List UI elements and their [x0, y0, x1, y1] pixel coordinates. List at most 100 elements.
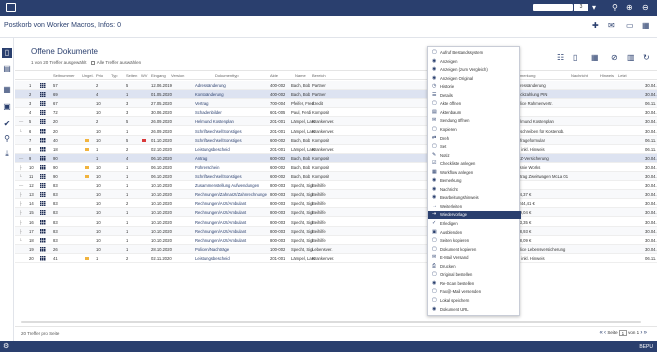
filter-clear-icon[interactable]: ⊘: [611, 53, 618, 62]
table-row[interactable]: 8 18 1 2 02.10.2020 Leistungsbescheid 201-001 L…: [15, 145, 657, 154]
cell-dokumenttyp[interactable]: Schriftwechsel/Sonstiges: [195, 127, 267, 136]
tree-connector[interactable]: ├: [19, 163, 22, 172]
context-menu-item[interactable]: ◉ Anzeigen (zum Vergleich): [428, 66, 521, 74]
column-header[interactable]: Akte: [270, 73, 278, 78]
row-menu-icon[interactable]: [40, 237, 46, 243]
context-menu-item[interactable]: ▤ Aktenbaum: [428, 109, 521, 117]
next-page-icon[interactable]: ›: [640, 330, 642, 336]
table-row[interactable]: ├ 10 90 10 1 06.10.2020 Führerschein 600-002 Bac…: [15, 163, 657, 172]
row-menu-icon[interactable]: [40, 228, 46, 234]
row-menu-icon[interactable]: [40, 101, 46, 107]
chevron-down-icon[interactable]: ▾: [592, 3, 596, 12]
first-page-icon[interactable]: «: [599, 330, 602, 336]
context-menu-item[interactable]: ◉ Re-Scan bestellen: [428, 280, 521, 288]
cell-dokumenttyp[interactable]: Rechnungen/Arzt/Ambulant: [195, 218, 267, 227]
filter-list-icon[interactable]: ☷: [557, 53, 564, 62]
cell-dokumenttyp[interactable]: Helmund Kostenplan: [195, 117, 267, 126]
layout-icon[interactable]: ▭: [626, 21, 634, 30]
row-menu-icon[interactable]: [40, 210, 46, 216]
context-menu-item[interactable]: ◉ Bemerkung: [428, 177, 521, 185]
column-header[interactable]: Nachricht: [571, 73, 588, 78]
tree-connector[interactable]: └: [19, 236, 22, 245]
row-menu-icon[interactable]: [40, 219, 46, 225]
table-row[interactable]: ├ 15 83 10 1 10.10.2020 Rechnungen/Arzt/Ambula…: [15, 208, 657, 218]
context-menu-item[interactable]: → Weiterleiten: [428, 203, 521, 211]
cell-dokumenttyp[interactable]: Rechnungen/Arzt/Ambulant: [195, 199, 267, 208]
cell-dokumenttyp[interactable]: Zusammenstellung Aufwendungen: [195, 181, 267, 190]
tree-connector[interactable]: ├: [19, 227, 22, 236]
row-menu-icon[interactable]: [40, 164, 46, 170]
prev-page-icon[interactable]: ‹: [604, 330, 606, 336]
cell-dokumenttyp[interactable]: Rechnungen/Arzt/Ambulant: [195, 236, 267, 245]
zoom-out-icon[interactable]: ⊖: [642, 3, 649, 12]
tree-connector[interactable]: ├: [19, 208, 22, 217]
context-menu-item[interactable]: ◉ Anzeigen Original: [428, 75, 521, 83]
row-menu-icon[interactable]: [40, 137, 46, 143]
row-menu-icon[interactable]: [40, 201, 46, 207]
tree-connector[interactable]: —: [19, 117, 23, 126]
row-menu-icon[interactable]: [40, 83, 46, 88]
context-menu-item[interactable]: ⎙ Drucken: [428, 263, 521, 271]
row-menu-icon[interactable]: [40, 174, 46, 179]
table-row[interactable]: — 9 90 1 4 06.10.2020 Antrag 600-002 Bach, Bob Ko…: [15, 153, 657, 163]
mail-icon[interactable]: ✉: [608, 21, 615, 30]
tray-icon[interactable]: ▤: [2, 64, 12, 74]
refresh-icon[interactable]: ↻: [643, 53, 650, 62]
context-menu-item[interactable]: ⇄ Dreh: [428, 135, 521, 143]
document-icon[interactable]: ▯: [2, 48, 12, 58]
column-header[interactable]: WV: [141, 73, 147, 78]
cell-dokumenttyp[interactable]: Adressänderung: [195, 81, 267, 90]
context-menu-item[interactable]: ◉ Anzeigen: [428, 58, 521, 66]
context-menu-item[interactable]: ▢ Lokal speichern: [428, 297, 521, 305]
context-menu-item[interactable]: ▢ Dokument kopieren: [428, 246, 521, 254]
columns-grid-icon[interactable]: ▦: [591, 53, 599, 62]
scrollbar-thumb[interactable]: [21, 321, 641, 323]
context-menu-item[interactable]: ☰ Details: [428, 92, 521, 100]
table-row[interactable]: ├ 13 83 10 1 10.10.2020 Rechnungen/Zahnarzt/Za…: [15, 190, 657, 200]
table-row[interactable]: 7 40 10 5 01.10.2020 Schriftwechsel/Sonstiges…: [15, 135, 657, 145]
table-row[interactable]: — 12 83 10 1 10.10.2020 Zusammenstellung Aufwe…: [15, 181, 657, 191]
table-row[interactable]: ├ 14 83 10 2 10.10.2020 Rechnungen/Arzt/Ambula…: [15, 199, 657, 209]
context-menu-item[interactable]: ▢ Kopieren: [428, 126, 521, 134]
context-menu-item[interactable]: ▦ Workflow anlegen: [428, 169, 521, 177]
context-menu-item[interactable]: ✉ E-Mail Versand: [428, 254, 521, 262]
select-all-checkbox[interactable]: [90, 60, 95, 65]
search-icon[interactable]: ⚲: [2, 134, 12, 144]
export-icon[interactable]: ▥: [627, 53, 635, 62]
cell-dokumenttyp[interactable]: Schadenbilder: [195, 108, 267, 117]
row-menu-icon[interactable]: [40, 92, 46, 98]
tree-connector[interactable]: ├: [19, 218, 22, 227]
column-header[interactable]: Seiten: [126, 73, 137, 78]
context-menu-item[interactable]: ◉ Nachricht: [428, 186, 521, 194]
checkmark-icon[interactable]: ✔: [2, 119, 12, 129]
document-view-icon[interactable]: ▯: [573, 53, 577, 62]
tree-connector[interactable]: ├: [19, 199, 22, 208]
context-menu-item[interactable]: ▣ Ausblenden: [428, 229, 521, 237]
table-row[interactable]: 20 41 1 2 02.11.2020 Leistungsbescheid 201-001…: [15, 254, 657, 263]
table-row[interactable]: ├ 16 83 10 1 10.10.2020 Rechnungen/Arzt/Ambula…: [15, 218, 657, 227]
table-row[interactable]: ├ 17 83 10 1 10.10.2020 Rechnungen/Arzt/Ambula…: [15, 226, 657, 236]
context-menu-item[interactable]: ⇥ Wiedervorlage: [428, 211, 521, 219]
context-menu-item[interactable]: ▢ Seiten kopieren: [428, 237, 521, 245]
table-row[interactable]: └ 11 90 10 1 06.10.2020 Schriftwechsel/Sonstig…: [15, 172, 657, 182]
context-menu-item[interactable]: ▢ Original bestellen: [428, 271, 521, 279]
context-menu-item[interactable]: ◷ Historie: [428, 83, 521, 91]
table-row[interactable]: 4 72 10 3 30.06.2020 Schadenbilder 601-005 Paul…: [15, 108, 657, 118]
cell-dokumenttyp[interactable]: Leistungsbescheid: [195, 254, 267, 263]
tree-connector[interactable]: ├: [19, 190, 22, 199]
calendar-icon[interactable]: ▣: [2, 102, 12, 112]
cell-dokumenttyp[interactable]: Vertrag: [195, 99, 267, 108]
search-icon[interactable]: ⚲: [612, 3, 618, 12]
row-menu-icon[interactable]: [40, 128, 46, 134]
cell-dokumenttyp[interactable]: Kontoänderung: [195, 90, 267, 99]
row-menu-icon[interactable]: [40, 146, 46, 152]
context-menu-item[interactable]: ☑ Checkliste anlegen: [428, 160, 521, 168]
table-row[interactable]: └ 18 83 10 1 10.10.2020 Rechnungen/Arzt/Ambula…: [15, 236, 657, 245]
cell-dokumenttyp[interactable]: Schriftwechsel/Sonstiges: [195, 172, 267, 181]
tree-connector[interactable]: —: [19, 154, 23, 163]
download-icon[interactable]: ⤓: [2, 149, 12, 159]
table-row[interactable]: └ 6 20 10 1 26.09.2020 Schriftwechsel/Sonstige…: [15, 127, 657, 136]
context-menu-item[interactable]: ✉ Sendung öffnen: [428, 117, 521, 125]
last-page-icon[interactable]: »: [644, 330, 647, 336]
row-menu-icon[interactable]: [40, 255, 46, 261]
